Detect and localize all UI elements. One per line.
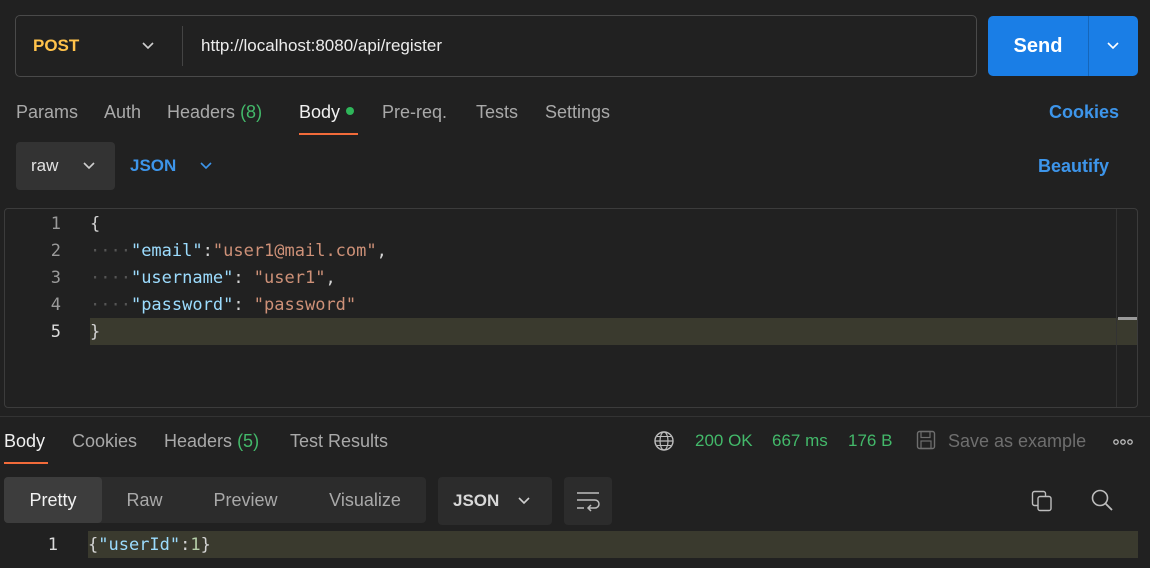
tab-headers[interactable]: Headers (8) xyxy=(167,102,262,123)
response-body-line: 1 {"userId":1} xyxy=(0,531,1138,558)
cookies-link[interactable]: Cookies xyxy=(1049,102,1119,123)
active-tab-indicator xyxy=(299,133,358,135)
view-pretty-button[interactable]: Pretty xyxy=(4,477,102,523)
chevron-down-icon xyxy=(200,162,212,170)
json-value: "password" xyxy=(253,295,357,315)
line-text: ····"email":"user1@mail.com", xyxy=(90,241,387,261)
json-key: "email" xyxy=(130,241,203,261)
body-modified-dot-icon xyxy=(346,107,355,116)
line-number: 4 xyxy=(50,295,61,315)
wrap-lines-icon xyxy=(577,492,600,512)
json-brace: } xyxy=(200,535,211,555)
tab-prereq[interactable]: Pre-req. xyxy=(382,102,447,123)
save-as-example-button[interactable]: Save as example xyxy=(948,431,1086,452)
current-line-highlight xyxy=(88,531,1138,558)
response-tab-headers-label: Headers xyxy=(164,431,233,451)
beautify-button[interactable]: Beautify xyxy=(1038,156,1109,177)
line-number: 2 xyxy=(50,241,61,261)
editor-line: 1 { xyxy=(5,210,1137,237)
response-tab-body[interactable]: Body xyxy=(4,431,45,452)
response-time[interactable]: 667 ms xyxy=(772,431,828,451)
copy-icon[interactable] xyxy=(1030,489,1054,513)
chevron-down-icon xyxy=(518,497,530,505)
tab-headers-label: Headers xyxy=(167,102,236,122)
tab-body-label: Body xyxy=(299,102,341,122)
body-mode-select[interactable]: raw xyxy=(16,142,115,190)
scrollbar-cursor-marker xyxy=(1118,317,1137,320)
chevron-down-icon[interactable] xyxy=(1106,40,1120,52)
request-url-bar: POST http://localhost:8080/api/register xyxy=(15,15,977,77)
more-options-icon[interactable] xyxy=(1112,438,1134,446)
response-tab-headers[interactable]: Headers (5) xyxy=(164,431,259,452)
response-divider xyxy=(0,416,1150,417)
view-preview-button[interactable]: Preview xyxy=(187,477,304,523)
tab-tests[interactable]: Tests xyxy=(476,102,518,123)
tab-body[interactable]: Body xyxy=(299,102,355,123)
response-tab-cookies[interactable]: Cookies xyxy=(72,431,137,452)
status-code[interactable]: 200 OK xyxy=(695,431,753,451)
url-divider xyxy=(182,26,183,66)
json-key: "password" xyxy=(130,295,234,315)
line-number: 1 xyxy=(50,214,61,234)
send-button[interactable]: Send xyxy=(988,16,1138,76)
view-visualize-button[interactable]: Visualize xyxy=(304,477,426,523)
json-key: "userId" xyxy=(98,535,181,555)
line-text: { xyxy=(90,214,101,234)
json-key: "username" xyxy=(130,268,234,288)
save-icon xyxy=(916,430,936,450)
send-label: Send xyxy=(1013,34,1063,57)
json-value: "user1" xyxy=(253,268,326,288)
editor-line: 2 ····"email":"user1@mail.com", xyxy=(5,237,1137,264)
line-text: ····"username": "user1", xyxy=(90,268,336,288)
tab-auth[interactable]: Auth xyxy=(104,102,141,123)
url-input[interactable]: http://localhost:8080/api/register xyxy=(201,16,961,76)
line-number: 3 xyxy=(50,268,61,288)
active-tab-indicator xyxy=(4,462,48,464)
send-split-divider xyxy=(1088,16,1089,76)
editor-line: 3 ····"username": "user1", xyxy=(5,264,1137,291)
chevron-down-icon[interactable] xyxy=(141,40,155,52)
line-number: 5 xyxy=(50,322,61,342)
response-format-select[interactable]: JSON xyxy=(438,477,552,525)
response-view-segmented-control: Pretty Raw Preview Visualize xyxy=(4,477,426,523)
request-body-editor[interactable]: 1 { 2 ····"email":"user1@mail.com", 3 ··… xyxy=(4,208,1138,408)
editor-scrollbar[interactable] xyxy=(1116,209,1117,407)
view-raw-button[interactable]: Raw xyxy=(102,477,187,523)
body-language-label: JSON xyxy=(130,156,177,175)
chevron-down-icon xyxy=(83,162,95,170)
response-tab-test-results[interactable]: Test Results xyxy=(290,431,388,452)
editor-line: 4 ····"password": "password" xyxy=(5,291,1137,318)
json-value: "user1@mail.com" xyxy=(212,241,377,261)
response-headers-count-badge: (5) xyxy=(237,431,260,451)
wrap-lines-button[interactable] xyxy=(564,477,612,525)
json-brace: { xyxy=(88,535,99,555)
line-text: } xyxy=(90,322,101,342)
search-icon[interactable] xyxy=(1090,488,1114,512)
headers-count-badge: (8) xyxy=(240,102,263,122)
globe-icon[interactable] xyxy=(653,430,675,452)
tab-params[interactable]: Params xyxy=(16,102,78,123)
response-json: {"userId":1} xyxy=(88,535,211,555)
json-colon: : xyxy=(180,535,191,555)
method-select[interactable]: POST xyxy=(16,16,182,76)
response-size[interactable]: 176 B xyxy=(848,431,892,451)
json-value: 1 xyxy=(190,535,201,555)
line-number: 1 xyxy=(47,535,58,555)
line-text: ····"password": "password" xyxy=(90,295,357,315)
response-format-label: JSON xyxy=(453,491,500,510)
tab-settings[interactable]: Settings xyxy=(545,102,610,123)
editor-line: 5 } xyxy=(5,318,1137,345)
body-language-select[interactable]: JSON xyxy=(130,142,220,190)
method-label: POST xyxy=(33,36,80,55)
body-mode-label: raw xyxy=(31,156,59,175)
